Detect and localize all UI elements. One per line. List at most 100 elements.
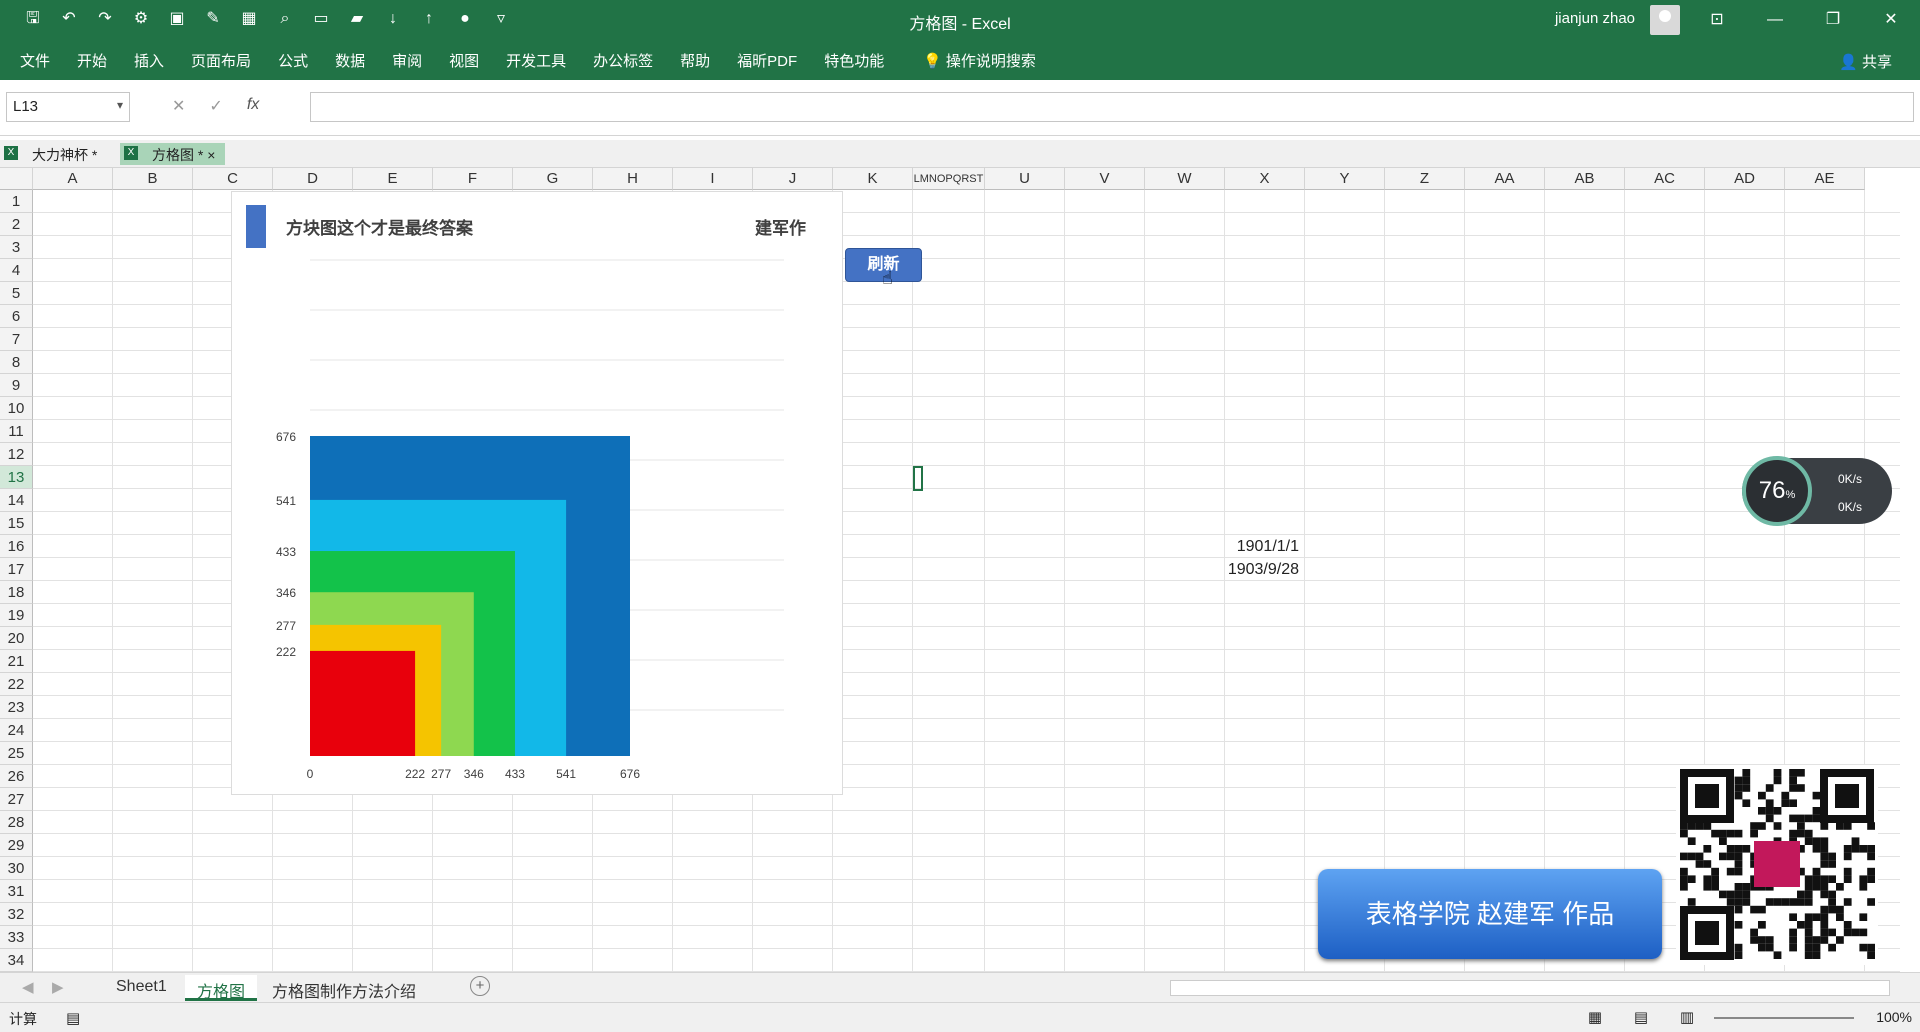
column-header[interactable]: Y <box>1305 168 1385 190</box>
row-header[interactable]: 4 <box>0 259 33 282</box>
minimize-icon[interactable]: — <box>1746 0 1804 40</box>
row-header[interactable]: 13 <box>0 466 33 489</box>
row-header[interactable]: 15 <box>0 512 33 535</box>
row-header[interactable]: 27 <box>0 788 33 811</box>
column-header[interactable]: U <box>985 168 1065 190</box>
column-header[interactable]: AC <box>1625 168 1705 190</box>
row-header[interactable]: 7 <box>0 328 33 351</box>
date-cell[interactable]: 1903/9/28 <box>1225 561 1299 579</box>
ribbon-tab[interactable]: 帮助 <box>680 50 710 71</box>
column-header[interactable]: A <box>33 168 113 190</box>
row-header[interactable]: 16 <box>0 535 33 558</box>
ribbon-tab[interactable]: 开始 <box>77 50 107 71</box>
ribbon-tab[interactable]: 数据 <box>335 50 365 71</box>
ribbon-tab[interactable]: 特色功能 <box>824 50 884 71</box>
selected-cell[interactable] <box>913 466 923 491</box>
column-header[interactable]: V <box>1065 168 1145 190</box>
column-header[interactable]: AD <box>1705 168 1785 190</box>
ribbon-tab[interactable]: 开发工具 <box>506 50 566 71</box>
column-header[interactable]: C <box>193 168 273 190</box>
page-break-icon[interactable]: ▥ <box>1680 1008 1694 1026</box>
ribbon-tab[interactable]: 文件 <box>20 50 50 71</box>
row-header[interactable]: 21 <box>0 650 33 673</box>
row-header[interactable]: 32 <box>0 903 33 926</box>
column-header[interactable]: G <box>513 168 593 190</box>
formula-input[interactable] <box>310 92 1914 122</box>
ribbon-tab[interactable]: 审阅 <box>392 50 422 71</box>
row-header[interactable]: 29 <box>0 834 33 857</box>
scroll-left-icon[interactable]: ◀ <box>22 978 34 996</box>
column-header[interactable]: LMNOPQRST <box>913 168 985 190</box>
share-button[interactable]: 👤 共享 <box>1839 51 1892 72</box>
column-header[interactable]: B <box>113 168 193 190</box>
avatar[interactable] <box>1650 5 1680 35</box>
horizontal-scrollbar[interactable] <box>1170 980 1890 996</box>
column-header[interactable]: X <box>1225 168 1305 190</box>
ribbon-tab[interactable]: 插入 <box>134 50 164 71</box>
ribbon-display-icon[interactable]: ⊡ <box>1688 0 1746 40</box>
sheet-tab-sheet1[interactable]: Sheet1 <box>104 975 179 1001</box>
zoom-slider[interactable] <box>1714 1017 1854 1019</box>
column-header[interactable]: D <box>273 168 353 190</box>
row-header[interactable]: 6 <box>0 305 33 328</box>
row-header[interactable]: 19 <box>0 604 33 627</box>
row-header[interactable]: 30 <box>0 857 33 880</box>
row-header[interactable]: 26 <box>0 765 33 788</box>
date-cell[interactable]: 1901/1/1 <box>1225 538 1299 556</box>
ribbon-tab[interactable]: 视图 <box>449 50 479 71</box>
square-chart[interactable]: 方块图这个才是最终答案 建军作 676 541 433 346 277 222 0 222 27… <box>231 191 843 795</box>
name-box[interactable]: L13 <box>6 92 130 122</box>
fx-icon[interactable]: fx <box>247 96 259 116</box>
column-header[interactable]: AB <box>1545 168 1625 190</box>
ribbon-tab[interactable]: 页面布局 <box>191 50 251 71</box>
macro-record-icon[interactable]: ▤ <box>66 1009 80 1027</box>
enter-icon[interactable]: ✓ <box>209 96 222 116</box>
row-header[interactable]: 18 <box>0 581 33 604</box>
row-header[interactable]: 31 <box>0 880 33 903</box>
restore-icon[interactable]: ❐ <box>1804 0 1862 40</box>
row-header[interactable]: 23 <box>0 696 33 719</box>
add-sheet-icon[interactable]: + <box>470 976 490 996</box>
tell-me-search[interactable]: 💡 操作说明搜索 <box>923 50 1036 71</box>
ribbon-tab[interactable]: 福昕PDF <box>737 50 797 71</box>
row-header[interactable]: 28 <box>0 811 33 834</box>
row-header[interactable]: 2 <box>0 213 33 236</box>
column-header[interactable]: Z <box>1385 168 1465 190</box>
column-header[interactable]: J <box>753 168 833 190</box>
scroll-right-icon[interactable]: ▶ <box>52 978 64 996</box>
zoom-level[interactable]: 100% <box>1876 1009 1912 1025</box>
select-all-corner[interactable] <box>0 168 33 190</box>
row-header[interactable]: 34 <box>0 949 33 972</box>
column-header[interactable]: E <box>353 168 433 190</box>
row-header[interactable]: 25 <box>0 742 33 765</box>
page-layout-icon[interactable]: ▤ <box>1634 1008 1648 1026</box>
sheet-tab-fangge[interactable]: 方格图 <box>185 975 258 1001</box>
row-header[interactable]: 22 <box>0 673 33 696</box>
row-header[interactable]: 17 <box>0 558 33 581</box>
ribbon-tab[interactable]: 公式 <box>278 50 308 71</box>
column-header[interactable]: F <box>433 168 513 190</box>
column-header[interactable]: I <box>673 168 753 190</box>
user-name[interactable]: jianjun zhao <box>1555 10 1635 27</box>
row-header[interactable]: 20 <box>0 627 33 650</box>
row-header[interactable]: 14 <box>0 489 33 512</box>
doc-tab-fangge[interactable]: X 方格图 * × <box>120 143 226 165</box>
cancel-icon[interactable]: ✕ <box>172 96 185 116</box>
row-header[interactable]: 5 <box>0 282 33 305</box>
column-header[interactable]: W <box>1145 168 1225 190</box>
sheet-tab-intro[interactable]: 方格图制作方法介绍 <box>260 975 428 1001</box>
row-header[interactable]: 10 <box>0 397 33 420</box>
row-header[interactable]: 24 <box>0 719 33 742</box>
ribbon-tab[interactable]: 办公标签 <box>593 50 653 71</box>
row-header[interactable]: 33 <box>0 926 33 949</box>
row-header[interactable]: 1 <box>0 190 33 213</box>
column-header[interactable]: AA <box>1465 168 1545 190</box>
doc-tab-dali[interactable]: X 大力神杯 * <box>0 143 107 165</box>
row-header[interactable]: 8 <box>0 351 33 374</box>
column-header[interactable]: K <box>833 168 913 190</box>
column-header[interactable]: H <box>593 168 673 190</box>
close-icon[interactable]: ✕ <box>1862 0 1920 40</box>
row-header[interactable]: 11 <box>0 420 33 443</box>
column-header[interactable]: AE <box>1785 168 1865 190</box>
normal-view-icon[interactable]: ▦ <box>1588 1008 1602 1026</box>
